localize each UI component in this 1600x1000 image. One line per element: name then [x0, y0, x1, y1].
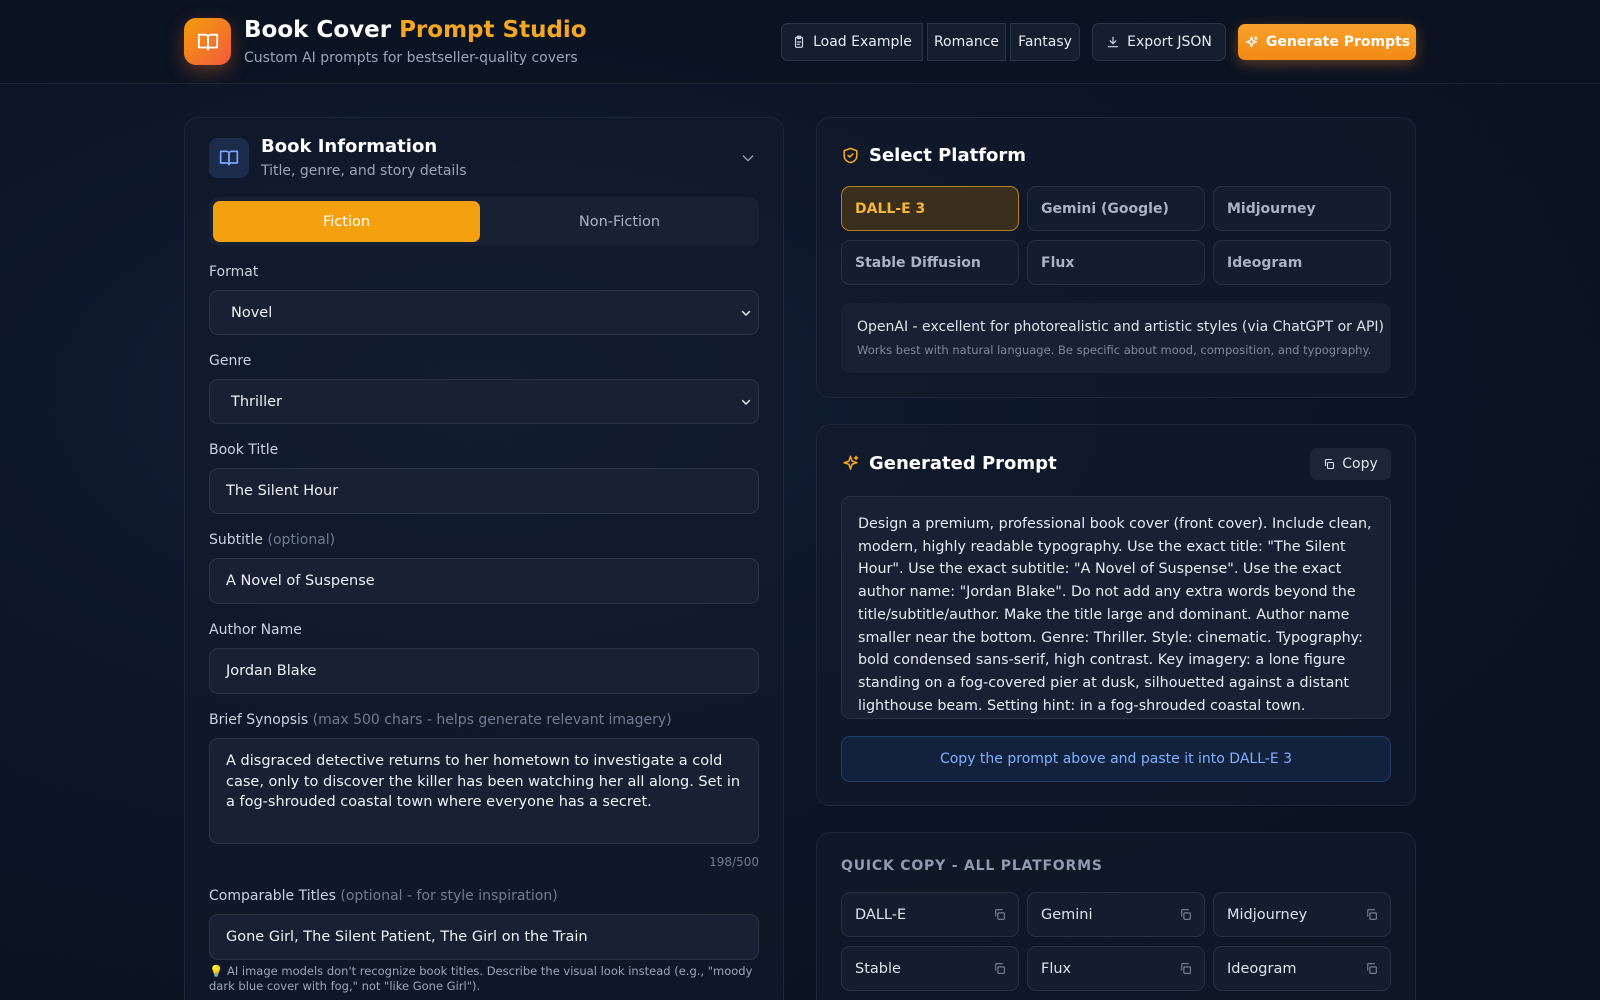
comparable-label-text: Comparable Titles — [209, 888, 336, 904]
export-json-button[interactable]: Export JSON — [1092, 23, 1226, 61]
platform-hint: Works best with natural language. Be spe… — [857, 343, 1372, 357]
format-select[interactable]: Novel — [209, 290, 759, 335]
platform-dall-e-3[interactable]: DALL-E 3 — [841, 186, 1019, 231]
book-logo-icon — [184, 18, 231, 65]
quick-copy-label: Flux — [1041, 960, 1072, 977]
sparkle-icon — [843, 455, 859, 470]
comparable-titles-label: Comparable Titles (optional - for style … — [209, 888, 558, 904]
export-json-label: Export JSON — [1127, 34, 1212, 50]
generate-prompts-label: Generate Prompts — [1265, 34, 1411, 50]
copy-icon — [1181, 909, 1191, 920]
format-label: Format — [209, 264, 259, 280]
romance-example-button[interactable]: Romance — [927, 23, 1006, 61]
comparable-label-hint: (optional - for style inspiration) — [340, 888, 558, 904]
subtitle-label-text: Subtitle — [209, 532, 264, 548]
book-type-toggle: Fiction Non-Fiction — [209, 197, 759, 246]
quick-copy-label: Gemini — [1041, 906, 1093, 923]
quick-copy-label: Stable — [855, 960, 901, 977]
synopsis-char-count: 198/500 — [709, 855, 759, 869]
generated-prompt-title: Generated Prompt — [869, 453, 1057, 474]
platform-flux[interactable]: Flux — [1027, 240, 1205, 285]
genre-select[interactable]: Thriller — [209, 379, 759, 424]
copy-icon — [1181, 963, 1191, 974]
load-example-button[interactable]: Load Example — [781, 23, 923, 61]
book-information-title: Book Information — [261, 136, 438, 157]
quick-copy-title: QUICK COPY - ALL PLATFORMS — [841, 858, 1103, 874]
quick-copy-ideogram[interactable]: Ideogram — [1213, 946, 1391, 991]
fantasy-label: Fantasy — [1018, 34, 1072, 50]
copy-prompt-label: Copy — [1342, 456, 1378, 472]
synopsis-label: Brief Synopsis (max 500 chars - helps ge… — [209, 712, 672, 728]
platform-stable-diffusion[interactable]: Stable Diffusion — [841, 240, 1019, 285]
quick-copy-label: DALL-E — [855, 906, 907, 923]
chevron-down-icon — [741, 310, 751, 316]
fantasy-example-button[interactable]: Fantasy — [1010, 23, 1080, 61]
book-title-input[interactable]: The Silent Hour — [209, 468, 759, 514]
generated-prompt-box[interactable]: Design a premium, professional book cove… — [841, 496, 1391, 719]
genre-value: Thriller — [231, 393, 282, 410]
subtitle-input[interactable]: A Novel of Suspense — [209, 558, 759, 604]
copy-icon — [1367, 909, 1377, 920]
chevron-down-icon — [741, 399, 751, 405]
platform-midjourney[interactable]: Midjourney — [1213, 186, 1391, 231]
platform-ideogram[interactable]: Ideogram — [1213, 240, 1391, 285]
comparable-titles-input[interactable]: Gone Girl, The Silent Patient, The Girl … — [209, 914, 759, 960]
copy-icon — [1325, 458, 1335, 470]
author-name-input[interactable]: Jordan Blake — [209, 648, 759, 694]
quick-copy-label: Midjourney — [1227, 906, 1308, 923]
subtitle-label: Subtitle (optional) — [209, 532, 335, 548]
copy-icon — [995, 963, 1005, 974]
genre-label: Genre — [209, 353, 252, 369]
synopsis-label-hint: (max 500 chars - helps generate relevant… — [312, 712, 672, 728]
platform-gemini[interactable]: Gemini (Google) — [1027, 186, 1205, 231]
paste-hint-banner: Copy the prompt above and paste it into … — [841, 736, 1391, 782]
app-subtitle: Custom AI prompts for bestseller-quality… — [244, 50, 578, 66]
subtitle-label-hint: (optional) — [267, 532, 336, 548]
app-header: Book Cover Prompt Studio Custom AI promp… — [0, 0, 1600, 84]
romance-label: Romance — [933, 34, 1000, 50]
author-label: Author Name — [209, 622, 302, 638]
quick-copy-midjourney[interactable]: Midjourney — [1213, 892, 1391, 937]
sparkle-icon — [1245, 35, 1258, 47]
quick-copy-flux[interactable]: Flux — [1027, 946, 1205, 991]
synopsis-label-text: Brief Synopsis — [209, 712, 309, 728]
tab-non-fiction[interactable]: Non-Fiction — [484, 201, 755, 242]
clipboard-icon — [795, 35, 804, 48]
select-platform-title: Select Platform — [869, 145, 1027, 166]
quick-copy-stable[interactable]: Stable — [841, 946, 1019, 991]
platform-description: OpenAI - excellent for photorealistic an… — [857, 319, 1384, 335]
copy-prompt-button[interactable]: Copy — [1310, 448, 1391, 480]
tab-fiction[interactable]: Fiction — [213, 201, 480, 242]
shield-check-icon — [843, 147, 858, 164]
copy-icon — [995, 909, 1005, 920]
generated-prompt-text: Design a premium, professional book cove… — [858, 516, 1372, 714]
quick-copy-gemini[interactable]: Gemini — [1027, 892, 1205, 937]
open-book-icon — [209, 138, 249, 178]
platform-description-box: OpenAI - excellent for photorealistic an… — [841, 303, 1391, 373]
book-title-label: Book Title — [209, 442, 279, 458]
book-information-subtitle: Title, genre, and story details — [261, 163, 467, 179]
app-title: Book Cover Prompt Studio — [244, 17, 587, 43]
load-example-label: Load Example — [813, 34, 912, 50]
synopsis-textarea[interactable]: A disgraced detective returns to her hom… — [209, 738, 759, 844]
app-title-accent: Prompt Studio — [399, 17, 587, 43]
chevron-down-icon[interactable] — [740, 150, 756, 166]
comparable-tip: 💡 AI image models don't recognize book t… — [209, 964, 753, 993]
quick-copy-dall-e[interactable]: DALL-E — [841, 892, 1019, 937]
download-icon — [1107, 36, 1119, 48]
format-value: Novel — [231, 304, 273, 321]
app-title-main: Book Cover — [244, 17, 392, 43]
copy-icon — [1367, 963, 1377, 974]
generate-prompts-button[interactable]: Generate Prompts — [1238, 24, 1416, 60]
quick-copy-label: Ideogram — [1227, 960, 1297, 977]
